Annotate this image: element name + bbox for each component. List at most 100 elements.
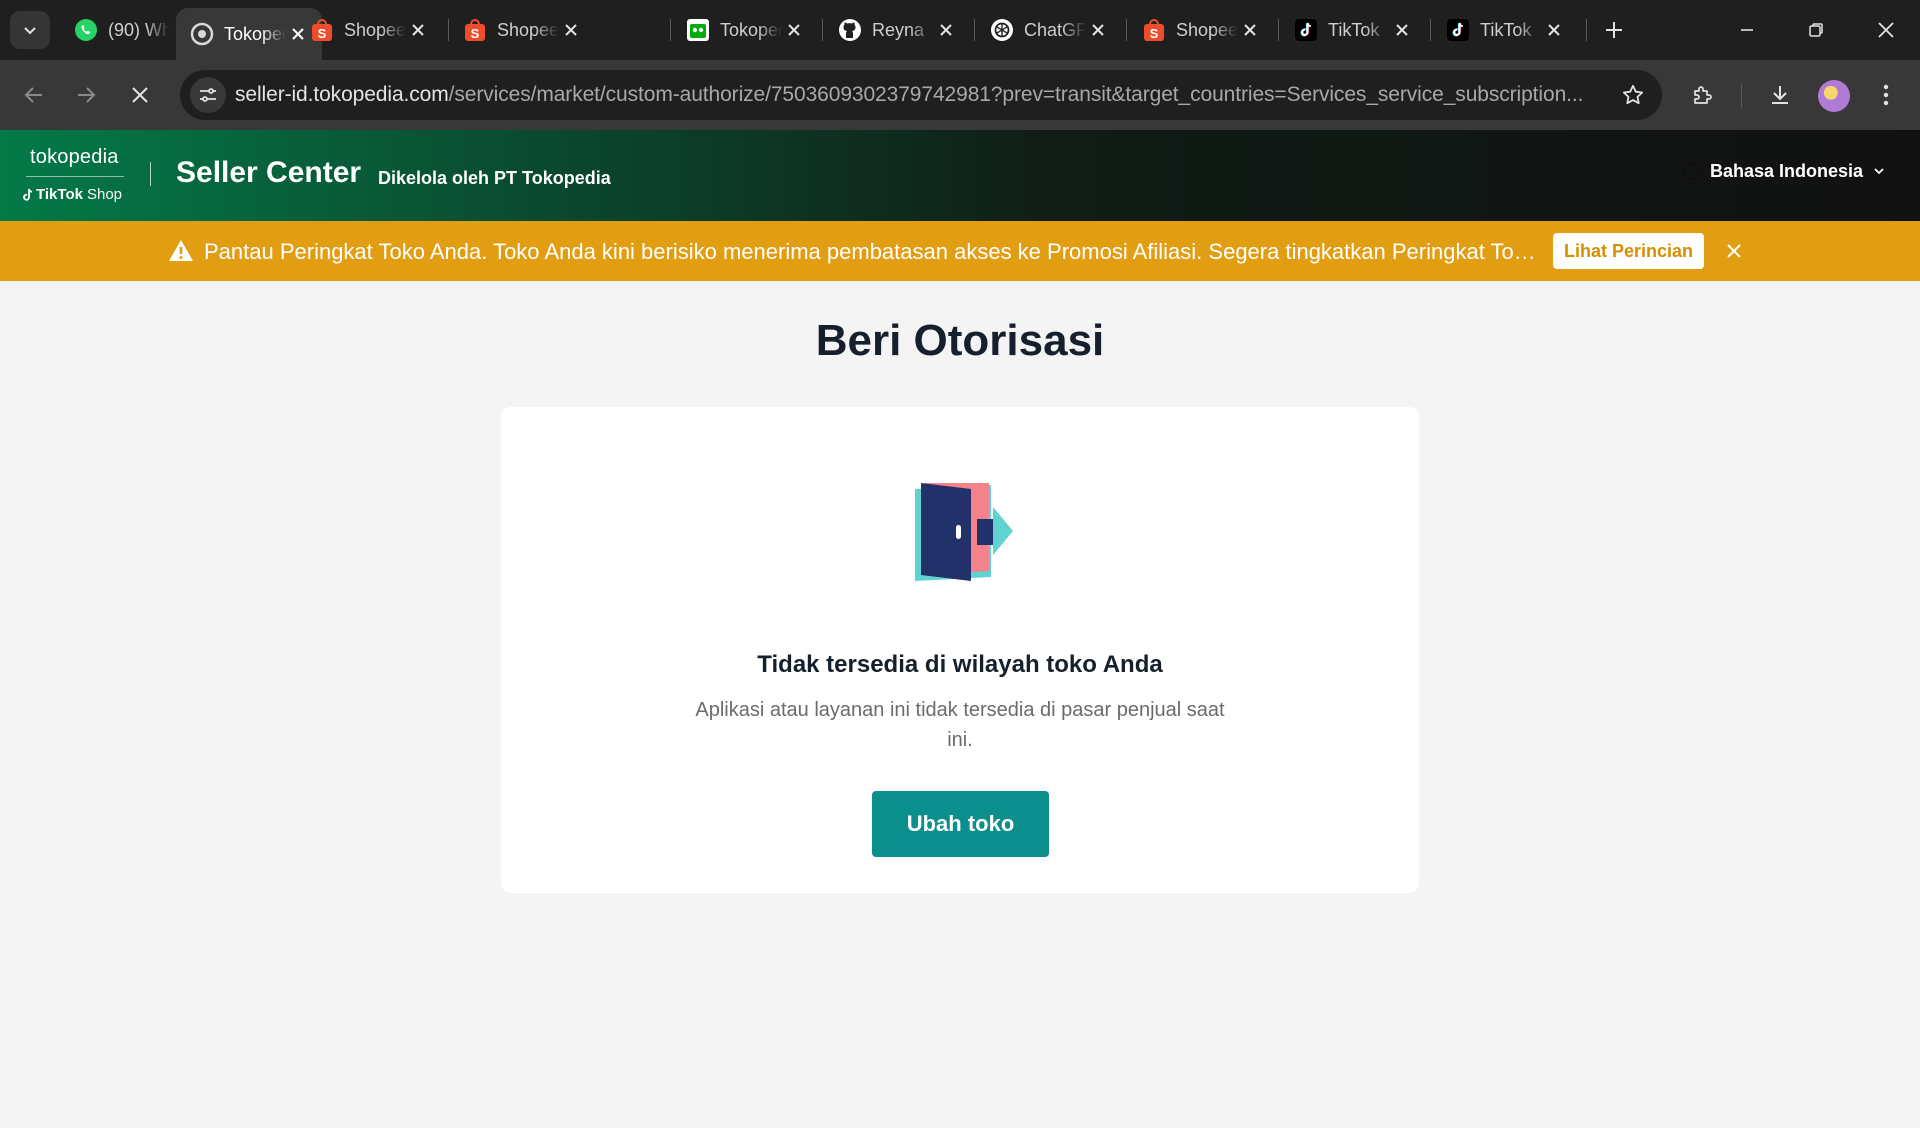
browser-tab[interactable]: TikTok (1280, 10, 1426, 50)
shop-label: Shop (86, 186, 123, 203)
tab-title: Tokopedia (720, 19, 782, 40)
whatsapp-icon (74, 18, 98, 42)
plus-icon (1606, 22, 1622, 38)
chevron-down-icon (1873, 165, 1885, 177)
brand-logo[interactable]: tokopedia TikTok Shop (22, 144, 128, 210)
tab-title: Shopee Seller (497, 19, 559, 40)
tiktok-icon (1446, 18, 1470, 42)
url-path: /services/market/custom-authorize/750360… (448, 83, 1584, 106)
close-icon[interactable] (406, 18, 430, 42)
puzzle-icon (1694, 86, 1712, 104)
globe-icon (1680, 160, 1702, 182)
tab-separator (1278, 19, 1279, 41)
chevron-down-icon (24, 27, 36, 35)
forward-button[interactable] (64, 73, 108, 117)
browser-toolbar: seller-id.tokopedia.com/services/market/… (0, 60, 1920, 130)
shopee-icon: S (1142, 18, 1166, 42)
banner-message: Pantau Peringkat Toko Anda. Toko Anda ki… (204, 239, 1544, 264)
new-tab-button[interactable] (1598, 14, 1630, 46)
tiktok-label: TikTok (36, 186, 83, 203)
language-selector[interactable]: Bahasa Indonesia (1680, 160, 1885, 182)
view-details-button[interactable]: Lihat Perincian (1553, 233, 1704, 269)
banner-close-button[interactable] (1720, 237, 1748, 265)
store-rating-warning-banner: Pantau Peringkat Toko Anda. Toko Anda ki… (0, 221, 1920, 281)
browser-tab[interactable]: Tokopedia (672, 10, 818, 50)
browser-menu-button[interactable] (1864, 73, 1908, 117)
tiktok-icon (23, 188, 33, 201)
tab-separator (974, 19, 975, 41)
close-icon[interactable] (1542, 18, 1566, 42)
site-info-button[interactable] (190, 77, 226, 113)
url-text[interactable]: seller-id.tokopedia.com/services/market/… (235, 83, 1595, 107)
change-shop-button[interactable]: Ubah toko (872, 791, 1049, 857)
language-label: Bahasa Indonesia (1710, 160, 1864, 181)
more-vertical-icon (1883, 84, 1889, 106)
logo-divider (26, 176, 124, 177)
tab-title: Tokopedia Seller (224, 23, 286, 44)
browser-tab-bar: (90) WhatsApp Tokopedia Seller S Shopee … (0, 0, 1920, 60)
managed-by-label: Dikelola oleh PT Tokopedia (378, 168, 611, 188)
tab-separator (1430, 19, 1431, 41)
restore-icon (1809, 23, 1823, 37)
svg-text:S: S (471, 26, 480, 41)
stop-loading-button[interactable] (118, 73, 162, 117)
tokopedia-icon (686, 18, 710, 42)
browser-tab[interactable]: ChatGPT (976, 10, 1122, 50)
tab-title: Shopee Seller (1176, 19, 1238, 40)
browser-tab[interactable]: Reyna (824, 10, 970, 50)
tab-title: (90) WhatsApp (108, 19, 170, 40)
shopee-icon: S (463, 18, 487, 42)
toolbar-separator (1741, 84, 1742, 108)
tab-title: TikTok (1328, 19, 1380, 40)
back-button[interactable] (12, 73, 56, 117)
github-icon (838, 18, 862, 42)
seller-center-header: tokopedia TikTok Shop Seller Center Dikel… (0, 130, 1920, 221)
minimize-button[interactable] (1725, 6, 1769, 54)
tab-separator (1126, 19, 1127, 41)
tab-title: TikTok (1480, 19, 1532, 40)
close-icon (1878, 22, 1894, 38)
tune-icon (200, 88, 216, 102)
unavailable-card: Tidak tersedia di wilayah toko Anda Apli… (501, 407, 1419, 893)
card-description: Aplikasi atau layanan ini tidak tersedia… (695, 699, 1225, 751)
close-icon[interactable] (559, 18, 583, 42)
restore-button[interactable] (1794, 6, 1838, 54)
star-icon (1622, 84, 1644, 105)
bookmark-button[interactable] (1618, 80, 1648, 110)
close-icon[interactable] (934, 18, 958, 42)
tab-title: ChatGPT (1024, 19, 1086, 40)
profile-avatar[interactable] (1818, 80, 1850, 112)
tab-separator (822, 19, 823, 41)
close-icon (1727, 244, 1741, 258)
card-heading: Tidak tersedia di wilayah toko Anda (757, 651, 1163, 678)
close-icon[interactable] (1238, 18, 1262, 42)
header-divider (150, 162, 151, 186)
extensions-button[interactable] (1681, 73, 1725, 117)
tab-title: Reyna (872, 19, 925, 40)
browser-tab[interactable]: S Shopee Seller (449, 10, 595, 50)
page-title: Beri Otorisasi (815, 316, 1105, 365)
browser-tab[interactable]: TikTok (1432, 10, 1578, 50)
downloads-button[interactable] (1758, 73, 1802, 117)
close-icon[interactable] (782, 18, 806, 42)
exit-door-illustration (915, 483, 1013, 581)
tiktok-shop-logo: TikTok Shop (22, 186, 122, 203)
address-bar[interactable]: seller-id.tokopedia.com/services/market/… (180, 70, 1662, 120)
close-window-button[interactable] (1864, 6, 1908, 54)
close-icon[interactable] (1390, 18, 1414, 42)
openai-icon (990, 18, 1014, 42)
arrow-left-icon (24, 87, 42, 103)
tab-search-button[interactable] (10, 11, 50, 49)
url-host: seller-id.tokopedia.com (235, 83, 449, 106)
tiktok-icon (1294, 18, 1318, 42)
close-icon (132, 87, 148, 103)
tokopedia-seller-icon (190, 22, 214, 46)
download-icon (1772, 86, 1788, 104)
svg-text:S: S (1150, 26, 1159, 41)
shopee-icon: S (310, 18, 334, 42)
page-app-title[interactable]: Seller Center (176, 156, 361, 190)
browser-tab[interactable]: S Shopee Seller (296, 10, 442, 50)
close-icon[interactable] (1086, 18, 1110, 42)
arrow-right-icon (78, 87, 96, 103)
browser-tab[interactable]: S Shopee Seller (1128, 10, 1274, 50)
